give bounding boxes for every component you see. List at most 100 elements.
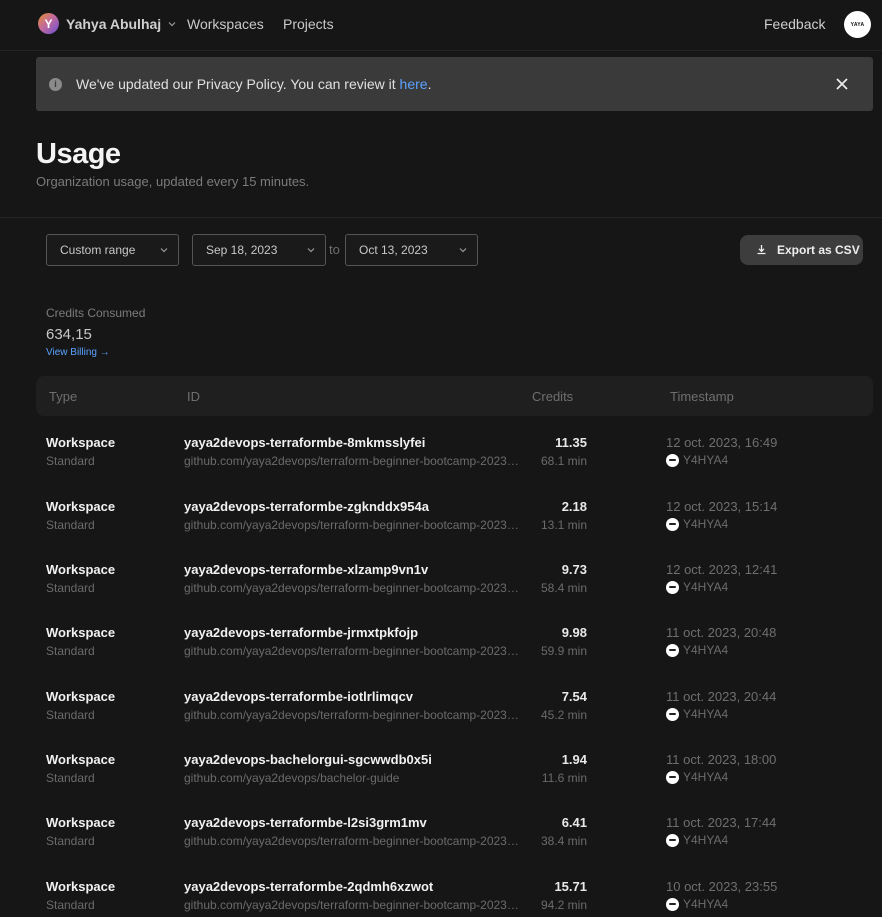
- row-timestamp: 11 oct. 2023, 17:44: [666, 815, 777, 830]
- from-date-value: Sep 18, 2023: [206, 243, 278, 257]
- row-workspace-id[interactable]: yaya2devops-terraformbe-xlzamp9vn1v: [184, 562, 428, 577]
- row-workspace-id[interactable]: yaya2devops-bachelorgui-sgcwwdb0x5i: [184, 752, 432, 767]
- nav-link-workspaces[interactable]: Workspaces: [187, 16, 264, 32]
- row-user-name: Y4HYA4: [683, 580, 729, 594]
- row-user: Y4HYA4: [666, 770, 728, 784]
- export-csv-label: Export as CSV: [777, 243, 860, 257]
- to-date-select[interactable]: Oct 13, 2023: [345, 234, 478, 266]
- table-row[interactable]: Workspace Standard yaya2devops-bachelorgui…: [36, 752, 873, 802]
- row-type: Workspace: [46, 689, 116, 704]
- column-header-type: Type: [49, 389, 78, 404]
- row-repo-url[interactable]: github.com/yaya2devops/terraform-beginne…: [184, 898, 520, 912]
- row-repo-url[interactable]: github.com/yaya2devops/terraform-beginne…: [184, 454, 520, 468]
- row-workspace-id[interactable]: yaya2devops-terraformbe-iotlrlimqcv: [184, 689, 413, 704]
- row-workspace-id[interactable]: yaya2devops-terraformbe-jrmxtpkfojp: [184, 625, 418, 640]
- table-header: Type ID Credits Timestamp: [36, 376, 873, 416]
- row-user: Y4HYA4: [666, 580, 728, 594]
- banner-message: We've updated our Privacy Policy. You ca…: [76, 76, 431, 92]
- row-user: Y4HYA4: [666, 643, 728, 657]
- feedback-link[interactable]: Feedback: [764, 16, 825, 32]
- column-header-timestamp: Timestamp: [670, 389, 734, 404]
- row-user: Y4HYA4: [666, 833, 728, 847]
- chevron-down-icon: [160, 246, 168, 254]
- row-workspace-id[interactable]: yaya2devops-terraformbe-2qdmh6xzwot: [184, 879, 433, 894]
- row-repo-url[interactable]: github.com/yaya2devops/terraform-beginne…: [184, 708, 520, 722]
- row-repo-url[interactable]: github.com/yaya2devops/terraform-beginne…: [184, 518, 520, 532]
- row-type: Workspace: [46, 879, 116, 894]
- user-avatar[interactable]: YAYA: [844, 11, 871, 38]
- row-repo-url[interactable]: github.com/yaya2devops/bachelor-guide: [184, 771, 520, 785]
- from-date-select[interactable]: Sep 18, 2023: [192, 234, 326, 266]
- row-user: Y4HYA4: [666, 897, 728, 911]
- export-csv-button[interactable]: Export as CSV: [740, 235, 863, 265]
- row-class: Standard: [46, 834, 95, 848]
- privacy-policy-link[interactable]: here: [400, 76, 428, 92]
- close-icon[interactable]: [834, 76, 850, 92]
- row-credits: 2.18: [561, 499, 587, 514]
- row-class: Standard: [46, 708, 95, 722]
- row-timestamp: 12 oct. 2023, 12:41: [666, 562, 778, 577]
- row-type: Workspace: [46, 625, 116, 640]
- header-divider: [0, 217, 882, 218]
- user-avatar-icon: [666, 770, 679, 784]
- row-workspace-id[interactable]: yaya2devops-terraformbe-8mkmsslyfei: [184, 435, 425, 450]
- row-class: Standard: [46, 898, 95, 912]
- row-minutes: 94.2 min: [540, 898, 587, 912]
- column-header-credits: Credits: [532, 389, 574, 404]
- range-select[interactable]: Custom range: [46, 234, 179, 266]
- row-repo-url[interactable]: github.com/yaya2devops/terraform-beginne…: [184, 644, 520, 658]
- row-timestamp: 11 oct. 2023, 18:00: [666, 752, 777, 767]
- row-minutes: 58.4 min: [540, 581, 587, 595]
- page-title: Usage: [36, 138, 121, 170]
- view-billing-link[interactable]: View Billing →: [46, 347, 110, 358]
- row-class: Standard: [46, 518, 95, 532]
- row-repo-url[interactable]: github.com/yaya2devops/terraform-beginne…: [184, 581, 520, 595]
- credits-consumed-value: 634,15: [46, 326, 92, 343]
- user-avatar-icon: [666, 643, 679, 657]
- row-credits: 11.35: [555, 435, 587, 450]
- row-minutes: 59.9 min: [540, 644, 587, 658]
- banner-text: We've updated our Privacy Policy. You ca…: [76, 76, 400, 92]
- row-credits: 6.41: [561, 815, 587, 830]
- banner-suffix: .: [427, 76, 432, 92]
- row-type: Workspace: [46, 562, 116, 577]
- row-timestamp: 11 oct. 2023, 20:48: [666, 625, 777, 640]
- table-row[interactable]: Workspace Standard yaya2devops-terraformbe…: [36, 562, 873, 612]
- table-row[interactable]: Workspace Standard yaya2devops-terraformbe…: [36, 499, 873, 549]
- to-date-value: Oct 13, 2023: [359, 243, 428, 257]
- table-row[interactable]: Workspace Standard yaya2devops-terraformbe…: [36, 689, 873, 739]
- row-user: Y4HYA4: [666, 517, 728, 531]
- row-user-name: Y4HYA4: [683, 897, 729, 911]
- privacy-banner: i We've updated our Privacy Policy. You …: [36, 57, 873, 111]
- row-repo-url[interactable]: github.com/yaya2devops/terraform-beginne…: [184, 834, 520, 848]
- row-workspace-id[interactable]: yaya2devops-terraformbe-zgknddx954a: [184, 499, 429, 514]
- row-minutes: 68.1 min: [540, 454, 587, 468]
- row-user: Y4HYA4: [666, 707, 728, 721]
- nav-link-projects[interactable]: Projects: [283, 16, 334, 32]
- table-row[interactable]: Workspace Standard yaya2devops-terraformbe…: [36, 625, 873, 675]
- row-minutes: 13.1 min: [540, 518, 587, 532]
- to-label: to: [329, 242, 340, 257]
- org-switcher[interactable]: Y Yahya Abulhaj: [38, 13, 176, 34]
- credits-consumed-label: Credits Consumed: [46, 306, 146, 320]
- row-workspace-id[interactable]: yaya2devops-terraformbe-l2si3grm1mv: [184, 815, 427, 830]
- table-row[interactable]: Workspace Standard yaya2devops-terraformbe…: [36, 435, 873, 485]
- row-class: Standard: [46, 644, 95, 658]
- user-avatar-icon: [666, 897, 679, 911]
- row-minutes: 45.2 min: [540, 708, 587, 722]
- row-timestamp: 10 oct. 2023, 23:55: [666, 879, 778, 894]
- row-type: Workspace: [46, 435, 116, 450]
- table-row[interactable]: Workspace Standard yaya2devops-terraformbe…: [36, 879, 873, 917]
- row-user-name: Y4HYA4: [683, 453, 729, 467]
- row-credits: 1.94: [561, 752, 587, 767]
- row-type: Workspace: [46, 499, 116, 514]
- row-credits: 9.98: [561, 625, 587, 640]
- chevron-down-icon: [307, 246, 315, 254]
- user-avatar-icon: [666, 833, 679, 847]
- chevron-down-icon: [459, 246, 467, 254]
- user-avatar-icon: [666, 580, 679, 594]
- nav-divider: [0, 50, 882, 51]
- row-user-name: Y4HYA4: [683, 770, 729, 784]
- row-class: Standard: [46, 771, 95, 785]
- table-row[interactable]: Workspace Standard yaya2devops-terraformbe…: [36, 815, 873, 865]
